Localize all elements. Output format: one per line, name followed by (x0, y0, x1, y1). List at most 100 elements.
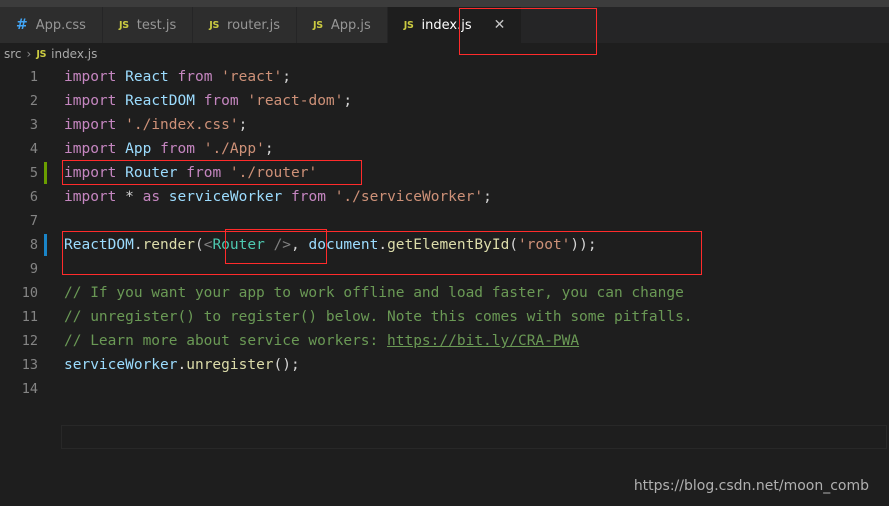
token-keyword: from (291, 189, 326, 205)
code-line: 9 (0, 257, 889, 281)
current-line-highlight (61, 425, 887, 449)
line-number: 7 (29, 213, 38, 229)
editor-tab-bar: # App.css JS test.js JS router.js JS App… (0, 7, 889, 43)
token-jsx-bracket: /> (273, 237, 292, 253)
line-content-comment: // If you want your app to work offline … (64, 285, 684, 301)
comment-link[interactable]: https://bit.ly/CRA-PWA (387, 333, 579, 349)
token-keyword: from (203, 93, 239, 109)
line-content: import ReactDOM from 'react-dom'; (64, 89, 352, 113)
js-file-icon: JS (36, 48, 47, 60)
css-file-icon: # (16, 17, 28, 33)
code-editor[interactable]: 1 import React from 'react'; 2 import Re… (0, 65, 889, 469)
code-line: 8 ReactDOM.render(<Router />, document.g… (0, 233, 889, 257)
line-number: 14 (21, 381, 38, 397)
breadcrumb: src › JS index.js (0, 43, 889, 65)
token-identifier: Router (125, 165, 178, 181)
line-number: 4 (29, 141, 38, 157)
token-keyword: from (186, 165, 222, 181)
line-number: 3 (29, 117, 38, 133)
token-identifier: serviceWorker (64, 357, 178, 373)
line-content: serviceWorker.unregister(); (64, 357, 300, 373)
token-component: Router (212, 237, 265, 253)
token-punctuation: ; (343, 93, 353, 109)
code-line: 6 import * as serviceWorker from './serv… (0, 185, 889, 209)
code-line: 5 import Router from './router' (0, 161, 889, 185)
tab-index-js[interactable]: JS index.js ✕ (387, 7, 523, 43)
token-identifier: App (125, 141, 152, 157)
tab-bar-empty-space (522, 7, 889, 43)
token-function: getElementById (387, 237, 510, 253)
token-punctuation: ; (282, 69, 292, 85)
breadcrumb-separator-icon: › (26, 47, 32, 61)
token-keyword: import (64, 93, 117, 109)
code-line: 12 // Learn more about service workers: … (0, 329, 889, 353)
line-number: 11 (21, 309, 38, 325)
line-content-comment: // unregister() to register() below. Not… (64, 309, 693, 325)
title-bar-strip (0, 0, 889, 7)
line-number: 9 (29, 261, 38, 277)
line-number: 2 (29, 93, 38, 109)
line-number: 5 (29, 165, 38, 181)
token-identifier: ReactDOM (64, 237, 134, 253)
line-number: 10 (21, 285, 38, 301)
token-keyword: import (64, 165, 117, 181)
js-file-icon: JS (313, 19, 323, 31)
line-number: 13 (21, 357, 38, 373)
token-keyword: import (64, 117, 117, 133)
js-file-icon: JS (209, 19, 220, 31)
token-keyword: as (142, 189, 161, 205)
line-content: ReactDOM.render(<Router />, document.get… (64, 237, 597, 253)
token-keyword: from (160, 141, 195, 157)
token-identifier: serviceWorker (168, 189, 283, 205)
code-line: 7 (0, 209, 889, 233)
token-string: 'react' (221, 69, 283, 85)
token-keyword: import (64, 189, 117, 205)
tab-label: App.css (35, 17, 86, 33)
token-keyword: import (64, 141, 117, 157)
code-line: 1 import React from 'react'; (0, 65, 889, 89)
token-comment: // Learn more about service workers: (64, 333, 388, 349)
line-content: import * as serviceWorker from './servic… (64, 185, 492, 209)
code-line: 3 import './index.css'; (0, 113, 889, 137)
token-identifier: document (308, 237, 379, 253)
token-punctuation: ; (264, 141, 274, 157)
line-number: 1 (29, 69, 38, 85)
token-keyword: import (64, 69, 117, 85)
js-file-icon: JS (403, 19, 414, 31)
tab-label: index.js (421, 17, 472, 33)
code-line: 2 import ReactDOM from 'react-dom'; (0, 89, 889, 113)
close-icon[interactable]: ✕ (494, 18, 506, 32)
token-string: './index.css' (125, 117, 239, 133)
tab-test-js[interactable]: JS test.js (102, 7, 194, 43)
code-line-current: 14 (0, 377, 889, 449)
token-punctuation: * (125, 189, 134, 205)
breadcrumb-file[interactable]: index.js (51, 47, 97, 61)
vscode-window: # App.css JS test.js JS router.js JS App… (0, 0, 889, 506)
line-content: import Router from './router' (64, 161, 317, 185)
code-line: 13 serviceWorker.unregister(); (0, 353, 889, 377)
git-modified-gutter-indicator (44, 162, 47, 184)
code-line: 11 // unregister() to register() below. … (0, 305, 889, 329)
line-content: import React from 'react'; (64, 65, 291, 89)
token-string: './serviceWorker' (334, 189, 484, 205)
line-number: 6 (29, 189, 38, 205)
tab-router-js[interactable]: JS router.js (193, 7, 298, 43)
tab-app-js[interactable]: JS App.js (297, 7, 388, 43)
line-number: 8 (29, 237, 38, 253)
token-string: 'react-dom' (247, 93, 344, 109)
line-content: import App from './App'; (64, 137, 274, 161)
token-function: render (142, 237, 195, 253)
tab-label: App.js (330, 17, 371, 33)
token-string: './App' (203, 141, 265, 157)
token-string: './router' (229, 165, 318, 181)
line-number: 12 (21, 333, 38, 349)
js-file-icon: JS (118, 19, 129, 31)
tab-app-css[interactable]: # App.css (0, 7, 103, 43)
token-punctuation: ; (238, 117, 248, 133)
watermark: https://blog.csdn.net/moon_comb (633, 478, 869, 494)
breadcrumb-folder[interactable]: src (4, 47, 22, 61)
code-line: 4 import App from './App'; (0, 137, 889, 161)
token-identifier: ReactDOM (125, 93, 195, 109)
token-identifier: React (125, 69, 169, 85)
token-keyword: from (177, 69, 213, 85)
